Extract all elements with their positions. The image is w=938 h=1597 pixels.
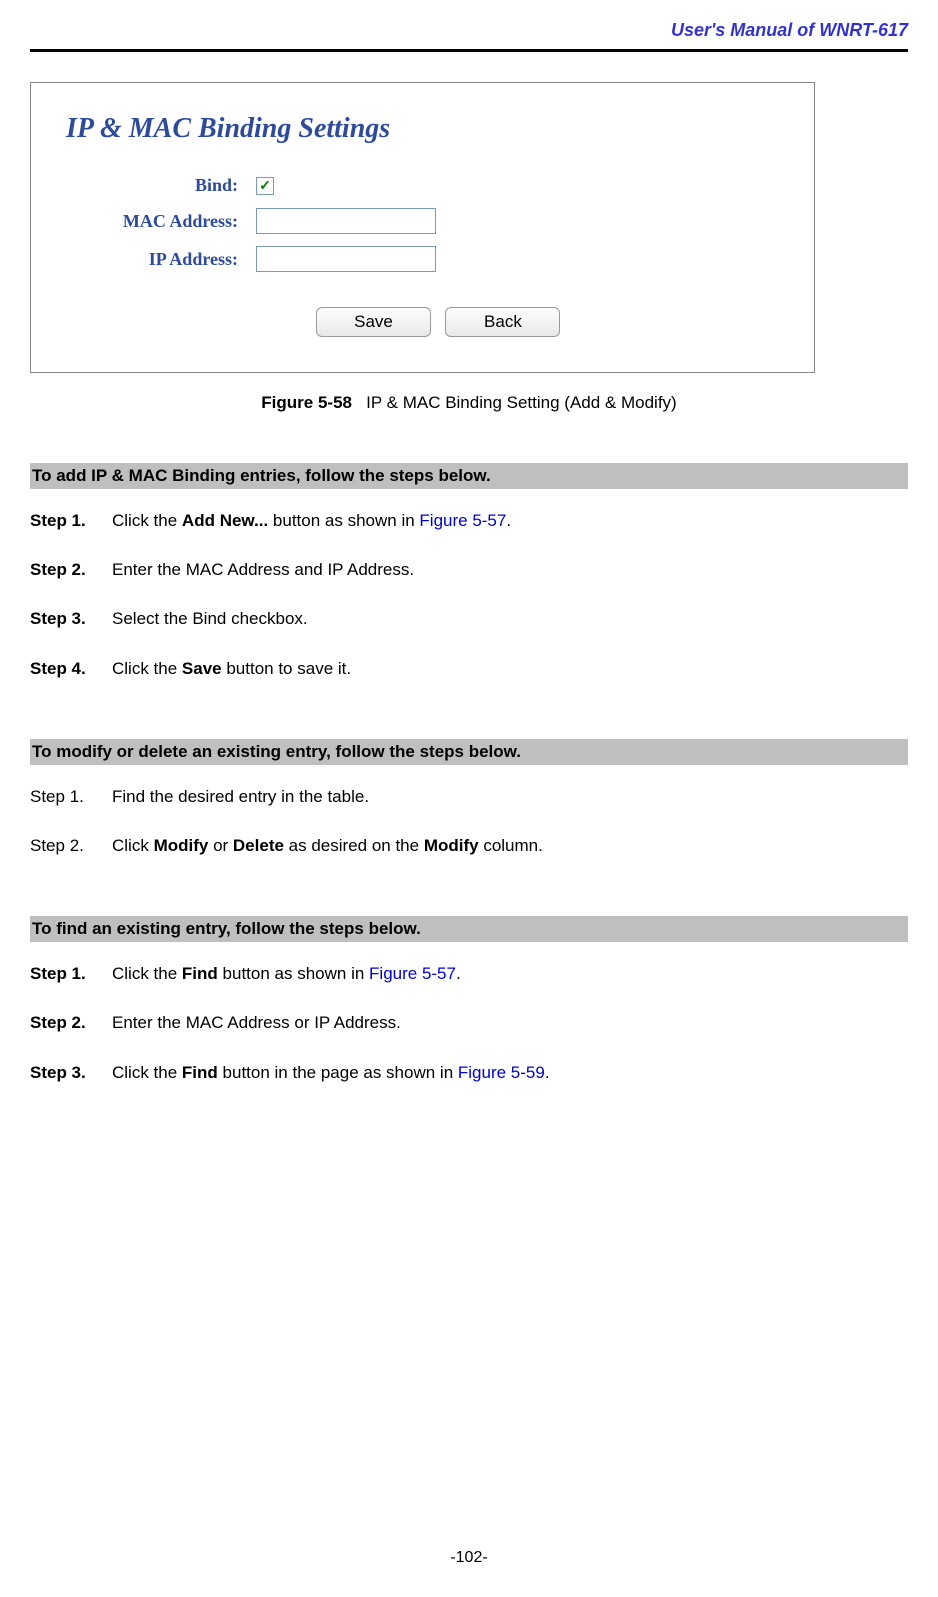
ip-label: IP Address: [66,249,256,270]
bold-text: Modify [154,836,209,855]
section1-steps: Step 1.Click the Add New... button as sh… [30,507,908,682]
section3-steps: Step 1.Click the Find button as shown in… [30,960,908,1086]
figure-link[interactable]: Figure 5-57 [419,511,506,530]
step-text: Select the Bind checkbox. [112,605,908,632]
page-number: -102- [0,1549,938,1567]
figure-link[interactable]: Figure 5-57 [369,964,456,983]
text: Click the [112,511,182,530]
step-row: Step 2.Click Modify or Delete as desired… [30,832,908,859]
step-label: Step 2. [30,556,112,583]
settings-title: IP & MAC Binding Settings [66,113,779,145]
text: Find the desired entry in the table. [112,787,369,806]
bold-text: Find [182,1063,218,1082]
text: . [545,1063,550,1082]
form-row-mac: MAC Address: [66,208,779,234]
section-heading-find: To find an existing entry, follow the st… [30,916,908,942]
text: button as shown in [218,964,369,983]
text: Click [112,836,154,855]
manual-title: User's Manual of WNRT-617 [671,20,908,40]
form-row-bind: Bind: ✓ [66,175,779,196]
text: Select the Bind checkbox. [112,609,308,628]
step-row: Step 1.Click the Find button as shown in… [30,960,908,987]
bold-text: Add New... [182,511,268,530]
step-text: Find the desired entry in the table. [112,783,908,810]
step-text: Click the Add New... button as shown in … [112,507,908,534]
step-row: Step 2.Enter the MAC Address and IP Addr… [30,556,908,583]
bold-text: Find [182,964,218,983]
bind-label: Bind: [66,175,256,196]
section2-steps: Step 1.Find the desired entry in the tab… [30,783,908,859]
check-icon: ✓ [259,177,271,194]
text: . [506,511,511,530]
text: Click the [112,1063,182,1082]
step-label: Step 1. [30,507,112,534]
step-label: Step 2. [30,1009,112,1036]
bold-text: Delete [233,836,284,855]
step-label: Step 3. [30,1059,112,1086]
text: button in the page as shown in [218,1063,458,1082]
section-heading-add: To add IP & MAC Binding entries, follow … [30,463,908,489]
step-row: Step 2.Enter the MAC Address or IP Addre… [30,1009,908,1036]
bind-checkbox[interactable]: ✓ [256,177,274,195]
mac-label: MAC Address: [66,211,256,232]
figure-caption: Figure 5-58 IP & MAC Binding Setting (Ad… [30,393,908,413]
step-text: Click the Find button as shown in Figure… [112,960,908,987]
step-text: Enter the MAC Address or IP Address. [112,1009,908,1036]
section-heading-modify: To modify or delete an existing entry, f… [30,739,908,765]
text: Click the [112,964,182,983]
ip-address-input[interactable] [256,246,436,272]
step-text: Enter the MAC Address and IP Address. [112,556,908,583]
step-row: Step 3.Select the Bind checkbox. [30,605,908,632]
step-row: Step 3.Click the Find button in the page… [30,1059,908,1086]
figure-text: IP & MAC Binding Setting (Add & Modify) [366,393,677,412]
page-header: User's Manual of WNRT-617 [30,20,908,52]
step-label: Step 4. [30,655,112,682]
step-label: Step 1. [30,960,112,987]
save-button[interactable]: Save [316,307,431,337]
text: button as shown in [268,511,419,530]
step-row: Step 1.Find the desired entry in the tab… [30,783,908,810]
text: Enter the MAC Address or IP Address. [112,1013,401,1032]
step-row: Step 4.Click the Save button to save it. [30,655,908,682]
step-text: Click the Save button to save it. [112,655,908,682]
bold-text: Save [182,659,222,678]
step-label: Step 1. [30,783,112,810]
figure-link[interactable]: Figure 5-59 [458,1063,545,1082]
text: button to save it. [222,659,351,678]
text: or [208,836,233,855]
text: Enter the MAC Address and IP Address. [112,560,414,579]
button-row: Save Back [66,307,779,337]
settings-screenshot: IP & MAC Binding Settings Bind: ✓ MAC Ad… [30,82,815,373]
text: column. [479,836,543,855]
step-text: Click the Find button in the page as sho… [112,1059,908,1086]
form-row-ip: IP Address: [66,246,779,272]
back-button[interactable]: Back [445,307,560,337]
step-text: Click Modify or Delete as desired on the… [112,832,908,859]
figure-number: Figure 5-58 [261,393,352,412]
step-label: Step 2. [30,832,112,859]
text: Click the [112,659,182,678]
mac-address-input[interactable] [256,208,436,234]
step-label: Step 3. [30,605,112,632]
text: as desired on the [284,836,424,855]
text: . [456,964,461,983]
bold-text: Modify [424,836,479,855]
step-row: Step 1.Click the Add New... button as sh… [30,507,908,534]
